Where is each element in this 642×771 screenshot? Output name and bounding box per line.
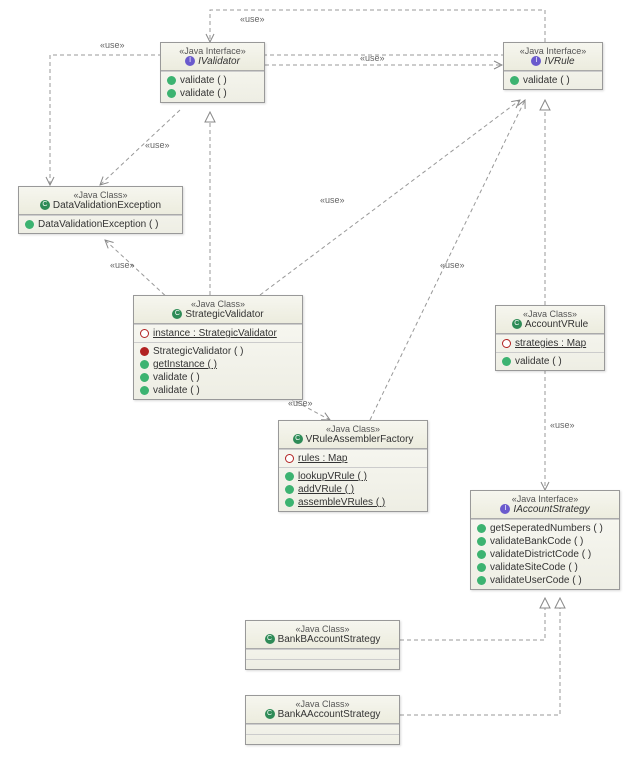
visibility-icon [140, 386, 149, 395]
class-name: AccountVRule [525, 319, 588, 330]
interface-icon: I [500, 504, 510, 514]
use-label: «use» [100, 40, 125, 50]
node-BankBAccountStrategy[interactable]: «Java Class» CBankBAccountStrategy [245, 620, 400, 670]
visibility-icon [477, 537, 486, 546]
use-label: «use» [320, 195, 345, 205]
visibility-icon [167, 76, 176, 85]
visibility-icon [140, 373, 149, 382]
visibility-icon [477, 550, 486, 559]
op: DataValidationException ( ) [38, 219, 158, 230]
op: validate ( ) [153, 372, 200, 383]
visibility-icon [477, 576, 486, 585]
use-label: «use» [110, 260, 135, 270]
visibility-icon [285, 485, 294, 494]
op: validateSiteCode ( ) [490, 562, 578, 573]
class-name: DataValidationException [53, 200, 161, 211]
node-IVRule[interactable]: «Java Interface» IIVRule validate ( ) [503, 42, 603, 90]
op: StrategicValidator ( ) [153, 346, 243, 357]
attr: instance : StrategicValidator [153, 328, 277, 339]
op: getSeperatedNumbers ( ) [490, 523, 603, 534]
stereotype: «Java Interface» [477, 494, 613, 504]
stereotype: «Java Class» [252, 699, 393, 709]
op: validate ( ) [180, 88, 227, 99]
visibility-icon [140, 347, 149, 356]
class-name: IAccountStrategy [513, 504, 589, 515]
stereotype: «Java Class» [252, 624, 393, 634]
interface-icon: I [185, 56, 195, 66]
class-icon: C [265, 709, 275, 719]
node-IValidator[interactable]: «Java Interface» IIValidator validate ( … [160, 42, 265, 103]
class-icon: C [512, 319, 522, 329]
visibility-icon [477, 524, 486, 533]
op: validate ( ) [153, 385, 200, 396]
use-label: «use» [440, 260, 465, 270]
node-AccountVRule[interactable]: «Java Class» CAccountVRule strategies : … [495, 305, 605, 371]
use-label: «use» [240, 14, 265, 24]
op: validate ( ) [180, 75, 227, 86]
visibility-icon [285, 498, 294, 507]
class-name: StrategicValidator [185, 309, 263, 320]
stereotype: «Java Class» [502, 309, 598, 319]
visibility-icon [502, 357, 511, 366]
visibility-icon [25, 220, 34, 229]
stereotype: «Java Class» [140, 299, 296, 309]
class-icon: C [293, 434, 303, 444]
stereotype: «Java Class» [25, 190, 176, 200]
use-label: «use» [360, 53, 385, 63]
op: validateBankCode ( ) [490, 536, 583, 547]
attr: rules : Map [298, 453, 347, 464]
visibility-icon [285, 454, 294, 463]
node-DataValidationException[interactable]: «Java Class» CDataValidationException Da… [18, 186, 183, 234]
op: assembleVRules ( ) [298, 497, 385, 508]
op: validateDistrictCode ( ) [490, 549, 591, 560]
op: validate ( ) [515, 356, 562, 367]
op: validateUserCode ( ) [490, 575, 582, 586]
visibility-icon [477, 563, 486, 572]
class-name: BankBAccountStrategy [278, 634, 381, 645]
node-BankAAccountStrategy[interactable]: «Java Class» CBankAAccountStrategy [245, 695, 400, 745]
visibility-icon [510, 76, 519, 85]
visibility-icon [140, 329, 149, 338]
class-name: IVRule [544, 56, 574, 67]
visibility-icon [285, 472, 294, 481]
visibility-icon [502, 339, 511, 348]
visibility-icon [140, 360, 149, 369]
use-label: «use» [550, 420, 575, 430]
op: lookupVRule ( ) [298, 471, 367, 482]
stereotype: «Java Class» [285, 424, 421, 434]
node-VRuleAssemblerFactory[interactable]: «Java Class» CVRuleAssemblerFactory rule… [278, 420, 428, 512]
class-name: IValidator [198, 56, 240, 67]
class-name: BankAAccountStrategy [278, 709, 381, 720]
op: getInstance ( ) [153, 359, 217, 370]
op: addVRule ( ) [298, 484, 354, 495]
op: validate ( ) [523, 75, 570, 86]
node-StrategicValidator[interactable]: «Java Class» CStrategicValidator instanc… [133, 295, 303, 400]
class-icon: C [40, 200, 50, 210]
visibility-icon [167, 89, 176, 98]
interface-icon: I [531, 56, 541, 66]
node-IAccountStrategy[interactable]: «Java Interface» IIAccountStrategy getSe… [470, 490, 620, 590]
stereotype: «Java Interface» [167, 46, 258, 56]
class-name: VRuleAssemblerFactory [306, 434, 414, 445]
attr: strategies : Map [515, 338, 586, 349]
use-label: «use» [145, 140, 170, 150]
stereotype: «Java Interface» [510, 46, 596, 56]
class-icon: C [172, 309, 182, 319]
class-icon: C [265, 634, 275, 644]
